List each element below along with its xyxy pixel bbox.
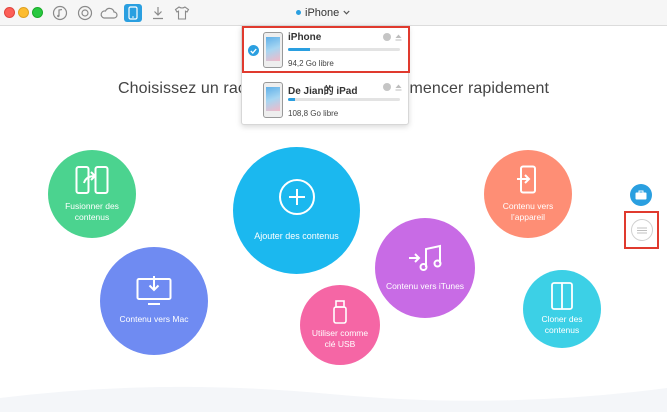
info-icon[interactable]: [383, 83, 391, 91]
itunes-music-icon: [409, 245, 442, 272]
tshirt-icon[interactable]: [173, 4, 191, 22]
merge-content-button[interactable]: Fusionner des contenus: [48, 150, 136, 238]
use-as-usb-button[interactable]: Utiliser comme clé USB: [300, 285, 380, 365]
merge-content-label: Fusionner des contenus: [65, 200, 119, 222]
content-to-mac-button[interactable]: Contenu vers Mac: [100, 247, 208, 355]
add-content-label: Ajouter des contenus: [254, 231, 339, 242]
device-icon[interactable]: [124, 4, 142, 22]
storage-bar: [288, 48, 400, 51]
iphone-thumbnail: [263, 32, 283, 68]
eject-icon[interactable]: [395, 34, 402, 41]
device-selector[interactable]: iPhone: [294, 4, 354, 21]
menu-lines-icon: [636, 227, 647, 233]
merge-icon: [75, 165, 109, 194]
device-dropdown: iPhone 94,2 Go libre De Jian的 iPad 108,8…: [241, 25, 410, 125]
storage-bar: [288, 98, 400, 101]
more-menu-button[interactable]: [624, 211, 659, 249]
toolbox-button[interactable]: [630, 184, 652, 206]
cloud-icon[interactable]: [100, 4, 118, 22]
eject-icon[interactable]: [395, 84, 402, 91]
page-title-part2: mmencer rapidement: [396, 80, 550, 97]
clone-content-button[interactable]: Cloner des contenus: [523, 270, 601, 348]
info-icon[interactable]: [383, 33, 391, 41]
device-name: iPhone: [288, 32, 322, 43]
ipad-thumbnail: [263, 82, 283, 118]
device-selector-label: iPhone: [305, 6, 340, 19]
device-status-dot: [296, 10, 301, 15]
phone-import-icon: [517, 165, 536, 194]
menu-circle: [630, 219, 653, 241]
zoom-window-button[interactable]: [32, 7, 43, 18]
music-icon[interactable]: [51, 4, 69, 22]
content-to-itunes-button[interactable]: Contenu vers iTunes: [375, 218, 475, 318]
free-space-text: 94,2 Go libre: [288, 59, 334, 68]
itunes-icon[interactable]: [76, 4, 94, 22]
storage-bar-fill: [288, 98, 295, 101]
briefcase-icon: [635, 190, 647, 200]
device-item-iphone[interactable]: iPhone 94,2 Go libre: [242, 26, 410, 73]
plus-circle-icon: [278, 179, 315, 216]
content-to-device-label: Contenu vers l’appareil: [502, 200, 554, 222]
toolbar: iPhone: [0, 0, 667, 26]
checkmark-icon: [248, 45, 259, 56]
minimize-window-button[interactable]: [18, 7, 29, 18]
usb-drive-icon: [333, 299, 347, 324]
device-item-ipad[interactable]: De Jian的 iPad 108,8 Go libre: [242, 76, 410, 123]
download-icon[interactable]: [149, 4, 167, 22]
close-window-button[interactable]: [4, 7, 15, 18]
content-to-mac-label: Contenu vers Mac: [119, 314, 189, 325]
free-space-text: 108,8 Go libre: [288, 109, 339, 118]
content-to-itunes-label: Contenu vers iTunes: [385, 281, 465, 292]
content-to-device-button[interactable]: Contenu vers l’appareil: [484, 150, 572, 238]
device-name: De Jian的 iPad: [288, 86, 358, 97]
clone-icon: [551, 281, 573, 310]
monitor-download-icon: [136, 276, 172, 306]
background-wave: [0, 386, 667, 412]
add-content-button[interactable]: Ajouter des contenus: [233, 147, 360, 274]
use-as-usb-label: Utiliser comme clé USB: [311, 327, 369, 349]
clone-content-label: Cloner des contenus: [541, 313, 583, 335]
chevron-down-icon: [343, 10, 350, 15]
storage-bar-fill: [288, 48, 311, 51]
